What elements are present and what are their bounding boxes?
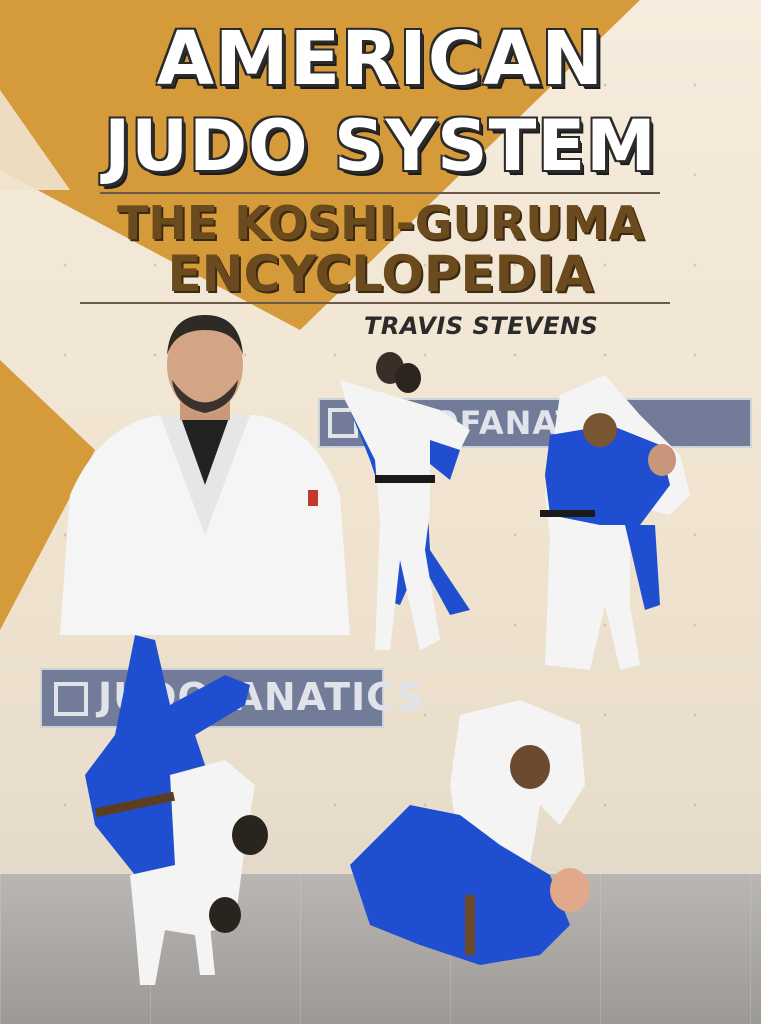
subtitle-line-2: ENCYCLOPEDIA (167, 245, 594, 303)
subtitle-divider (80, 302, 670, 304)
blue-gi-body (350, 805, 570, 965)
title-line-1: AMERICAN (156, 16, 605, 102)
head (550, 868, 590, 912)
title-line-2: JUDO SYSTEM (104, 105, 657, 187)
head (209, 897, 241, 933)
legs (135, 925, 215, 985)
dvd-cover: JUDOFANATICS JUDOFANATICS AMERICAN JUDO … (0, 0, 761, 1024)
airborne-throw-figure (85, 635, 268, 985)
black-belt (540, 510, 595, 517)
head (510, 745, 550, 789)
throw-pair-figure (540, 375, 690, 670)
brown-belt (465, 895, 475, 955)
gi-patch (308, 490, 318, 506)
author-name: TRAVIS STEVENS (364, 312, 599, 340)
portrait-figure (60, 315, 350, 635)
head (232, 815, 268, 855)
standing-pair-figure (340, 352, 470, 650)
head (583, 413, 617, 447)
black-belt (375, 475, 435, 483)
subtitle-line-1: THE KOSHI-GURUMA (116, 196, 645, 250)
blue-gi-legs (625, 525, 660, 610)
head (648, 444, 676, 476)
head (395, 363, 421, 393)
ground-pin-figure (350, 700, 590, 965)
title-divider (100, 192, 660, 194)
